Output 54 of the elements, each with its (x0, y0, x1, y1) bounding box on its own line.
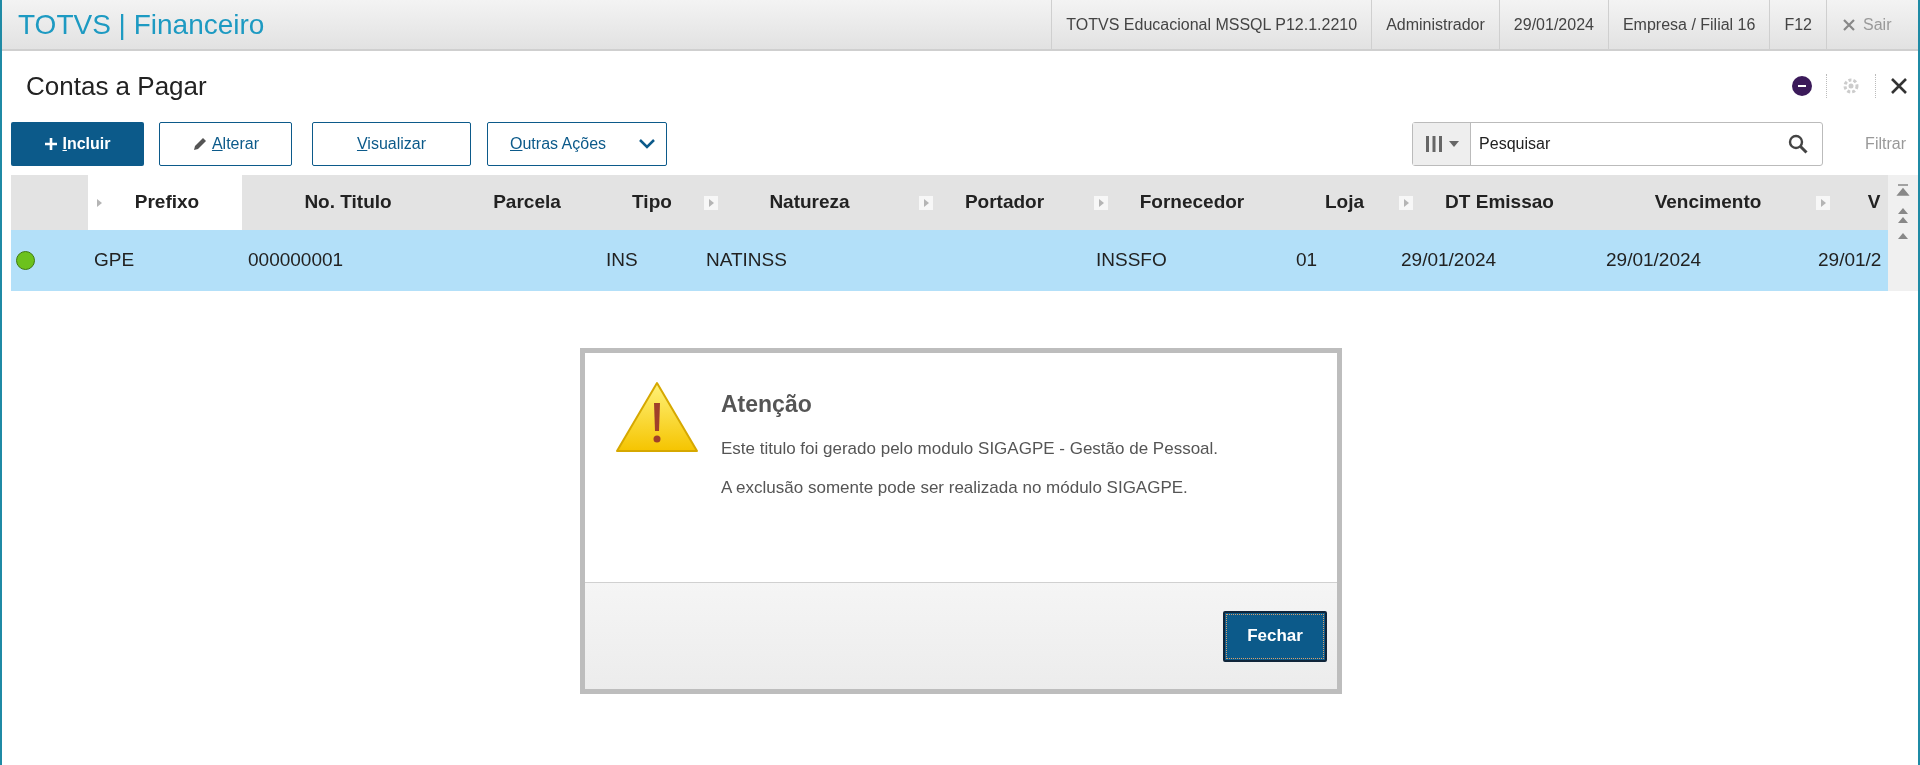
include-button[interactable]: Incluir (11, 122, 144, 166)
column-label: Prefixo (133, 190, 201, 215)
close-icon (1843, 18, 1855, 31)
dialog-message: Este titulo foi gerado pelo modulo SIGAGPE - Gestão de Pessoal. (721, 437, 1219, 460)
column-header[interactable]: Prefixo (88, 175, 242, 230)
table-cell: GPE (94, 249, 135, 271)
table-cell: 01 (1296, 249, 1318, 271)
table-cell: 000000001 (248, 249, 344, 271)
scroll-top-icon[interactable] (1896, 181, 1910, 199)
table-row[interactable]: GPE 000000001 INS NATINSS INSSFO 01 29/01/2024 29/01/2024 29/01/2 (11, 230, 1888, 291)
column-label: Natureza (768, 190, 851, 215)
table-cell: NATINSS (706, 249, 787, 271)
app-bar-item[interactable]: TOTVS Educacional MSSQL P12.1.2210 (1051, 0, 1372, 50)
settings-icon[interactable] (1841, 76, 1861, 96)
app-bar-item[interactable]: 29/01/2024 (1498, 0, 1608, 50)
page-title: Contas a Pagar (26, 69, 208, 103)
edit-button[interactable]: Alterar (159, 122, 292, 166)
column-label: No. Titulo (303, 190, 393, 215)
table-cell: INS (606, 249, 638, 271)
pencil-icon (191, 136, 208, 152)
app-bar-item[interactable]: Empresa / Filial 16 (1607, 0, 1770, 50)
search-field[interactable]: Pesquisar (1412, 122, 1824, 166)
close-icon[interactable] (1890, 77, 1908, 95)
column-label: Portador (963, 190, 1046, 215)
view-button[interactable]: Visualizar (312, 122, 471, 166)
more-actions-button[interactable]: Outras Ações (487, 122, 667, 166)
scroll-up-icon[interactable] (1896, 231, 1910, 241)
columns-icon (1424, 135, 1443, 153)
search-icon[interactable] (1788, 134, 1809, 154)
app-title: TOTVS | Financeiro (17, 7, 266, 42)
column-label: Fornecedor (1138, 190, 1246, 215)
warning-icon (615, 381, 699, 455)
table-cell: 29/01/2024 (1606, 249, 1702, 271)
column-label: Parcela (492, 190, 562, 215)
app-bar-item[interactable]: Administrador (1371, 0, 1499, 50)
scrollbar[interactable] (1888, 175, 1918, 291)
table-cell: INSSFO (1096, 249, 1167, 271)
circle-icon[interactable] (1792, 76, 1812, 96)
columns-toggle[interactable] (1413, 123, 1472, 165)
close-button[interactable]: Fechar (1223, 610, 1327, 662)
column-label: Tipo (631, 190, 673, 215)
chevron-down-icon (638, 138, 656, 150)
column-label: V (1866, 190, 1882, 215)
column-label: DT Emissao (1444, 190, 1555, 215)
plus-icon (44, 137, 59, 151)
column-label: Vencimento (1653, 190, 1763, 215)
column-label: Loja (1323, 190, 1366, 215)
table-cell: 29/01/2024 (1401, 249, 1497, 271)
search-input[interactable]: Pesquisar (1471, 132, 1789, 156)
app-bar-item[interactable]: F12 (1769, 0, 1826, 50)
dialog-message: A exclusão somente pode ser realizada no módulo SIGAGPE. (721, 477, 1189, 499)
dialog-title: Atenção (721, 390, 813, 419)
table-cell: 29/01/2 (1818, 249, 1882, 271)
caret-icon (1448, 141, 1459, 147)
